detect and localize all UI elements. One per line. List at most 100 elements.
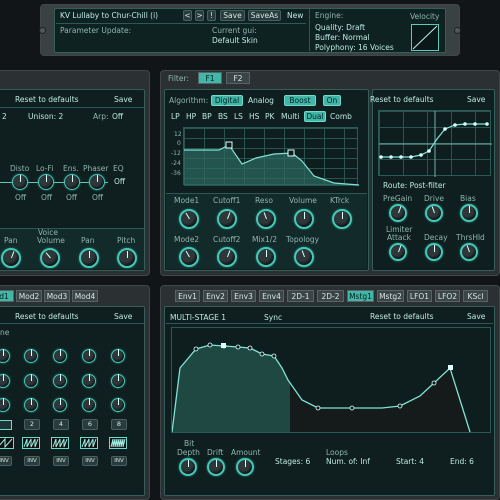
reso-knob[interactable] [256,209,276,229]
mode2-knob[interactable] [179,247,199,267]
mod-wave-2[interactable] [22,437,40,449]
velocity-curve[interactable] [411,24,439,51]
attack-knob[interactable] [389,243,407,261]
pitch-knob[interactable] [117,248,137,268]
mod-knob-2-5[interactable] [111,374,125,388]
mod-step-2[interactable]: 2 [24,419,40,430]
mod-reset-button[interactable]: Reset to defaults [15,313,79,321]
pregain-knob[interactable] [389,204,407,222]
mod-step-6[interactable]: 6 [82,419,98,430]
tab-kscl[interactable]: KScl [463,290,488,302]
mod-knob-2-2[interactable] [24,374,38,388]
phaser-knob[interactable] [89,174,105,190]
filter-response-graph[interactable] [183,127,359,186]
mod-knob-1-3[interactable] [53,349,67,363]
type-hs[interactable]: HS [249,113,259,121]
tab-lfo1[interactable]: LFO1 [407,290,432,302]
tab-env3[interactable]: Env3 [231,290,256,302]
decay-knob[interactable] [425,243,443,261]
env-reset-button[interactable]: Reset to defaults [370,313,434,321]
bias-knob[interactable] [460,204,478,222]
tab-mod3[interactable]: Mod3 [44,290,70,302]
route-setting[interactable]: Route: Post-filter [383,182,446,190]
drive-knob[interactable] [425,204,443,222]
voice-reset-button[interactable]: Reset to defaults [15,96,79,104]
mode1-knob[interactable] [179,209,199,229]
inv-button-3[interactable]: INV [53,456,69,466]
inv-button-1[interactable]: INV [0,456,12,466]
prev-preset-button[interactable]: < [183,10,192,21]
mod-knob-1-4[interactable] [82,349,96,363]
topology-knob[interactable] [294,247,314,267]
stages-value[interactable]: Stages: 6 [275,458,310,466]
new-button[interactable]: New [287,12,303,20]
mod-wave-4[interactable] [80,437,98,449]
env-sync-button[interactable]: Sync [264,314,282,322]
volume-knob[interactable] [40,248,60,268]
ktrck-knob[interactable] [332,209,352,229]
inv-button-2[interactable]: INV [24,456,40,466]
tab-2d1[interactable]: 2D-1 [287,290,314,302]
tab-lfo2[interactable]: LFO2 [435,290,460,302]
mod-wave-3[interactable] [51,437,69,449]
mod-step-4[interactable]: 4 [53,419,69,430]
polyphony-setting[interactable]: Polyphony: 16 Voices [315,44,394,52]
pan-knob-1[interactable] [1,248,21,268]
mod-knob-3-3[interactable] [53,398,67,412]
ens-knob[interactable] [64,174,80,190]
lofi-knob[interactable] [38,174,54,190]
boost-on-button[interactable]: On [323,95,341,106]
eq-value[interactable]: Off [114,178,125,186]
type-pk[interactable]: PK [265,113,274,121]
saveas-button[interactable]: SaveAs [248,10,281,21]
mod-wave-1[interactable] [0,437,14,449]
tab-2d2[interactable]: 2D-2 [317,290,344,302]
voices-value[interactable]: 2 [2,113,7,121]
arp-value[interactable]: Off [112,113,123,121]
tab-mod2[interactable]: Mod2 [16,290,42,302]
mix12-knob[interactable] [256,247,276,267]
tab-env2[interactable]: Env2 [203,290,228,302]
mod-knob-3-4[interactable] [82,398,96,412]
tab-env1[interactable]: Env1 [175,290,200,302]
amount-knob[interactable] [236,458,254,476]
current-gui-value[interactable]: Default Skin [212,37,258,45]
mod-knob-3-5[interactable] [111,398,125,412]
tab-f1[interactable]: F1 [198,72,222,84]
buffer-setting[interactable]: Buffer: Normal [315,34,370,42]
volume-filter-knob[interactable] [294,209,314,229]
unison-value[interactable]: Unison: 2 [28,113,63,121]
tab-env4[interactable]: Env4 [259,290,284,302]
type-bp[interactable]: BP [202,113,212,121]
mod-knob-2-3[interactable] [53,374,67,388]
loops-end[interactable]: End: 6 [450,458,474,466]
mod-knob-1-5[interactable] [111,349,125,363]
type-multi[interactable]: Multi [281,113,299,121]
drift-knob[interactable] [207,458,225,476]
loops-num[interactable]: Num. of: Inf [326,458,370,466]
cutoff2-knob[interactable] [217,247,237,267]
cutoff1-knob[interactable] [217,209,237,229]
mod-knob-1-2[interactable] [24,349,38,363]
tab-f2[interactable]: F2 [226,72,250,84]
preset-info-button[interactable]: ! [207,10,216,21]
type-hp[interactable]: HP [186,113,196,121]
preset-name[interactable]: KV Lullaby to Chur-Chill (i) [60,12,158,20]
disto-knob[interactable] [12,174,28,190]
algo-analog-button[interactable]: Analog [248,97,274,105]
tab-mod4[interactable]: Mod4 [72,290,98,302]
mod-knob-3-2[interactable] [24,398,38,412]
type-lp[interactable]: LP [171,113,180,121]
env-save-button[interactable]: Save [467,313,485,321]
thrshld-knob[interactable] [460,243,478,261]
mod-step-box-1[interactable] [0,420,12,430]
tab-mstg2[interactable]: Mstg2 [377,290,404,302]
inv-button-5[interactable]: INV [111,456,127,466]
voice-save-button[interactable]: Save [114,96,132,104]
type-ls[interactable]: LS [234,113,243,121]
mod-step-8[interactable]: 8 [111,419,127,430]
shaper-graph[interactable] [378,110,492,177]
type-comb[interactable]: Comb [330,113,352,121]
bit-depth-knob[interactable] [179,458,197,476]
loops-start[interactable]: Start: 4 [396,458,424,466]
